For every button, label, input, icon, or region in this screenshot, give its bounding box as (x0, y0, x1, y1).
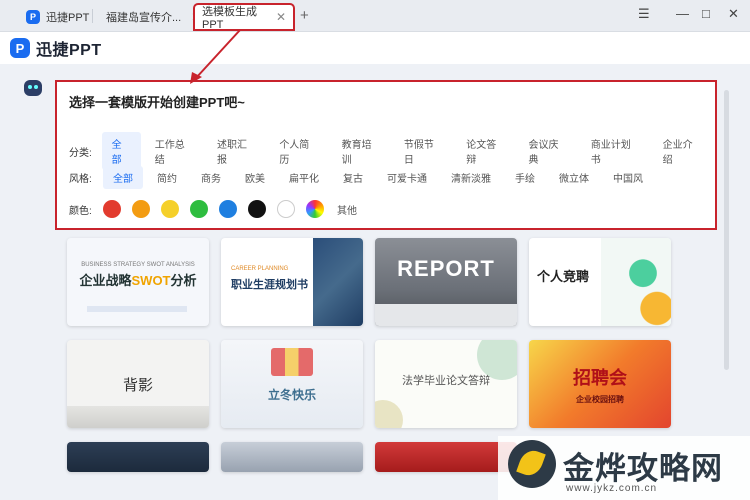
template-title: 法学毕业论文答辩 (402, 375, 490, 387)
category-chip[interactable]: 节假节日 (394, 132, 452, 170)
style-chip[interactable]: 商务 (191, 166, 231, 189)
category-chip[interactable]: 论文答辩 (456, 132, 514, 170)
color-swatch-blue[interactable] (219, 200, 237, 218)
template-card-swot[interactable]: BUSINESS STRATEGY SWOT ANALYSIS 企业战略SWOT… (67, 238, 209, 326)
scrollbar[interactable] (724, 90, 729, 370)
tab-presentation[interactable]: 福建岛宣传介... ✕ (98, 4, 209, 30)
close-window-icon[interactable]: ✕ (728, 6, 739, 22)
category-label: 分类: (69, 147, 92, 159)
tab-label: 福建岛宣传介... (106, 12, 182, 24)
maximize-icon[interactable]: □ (702, 6, 710, 21)
category-chip[interactable]: 述职汇报 (207, 132, 265, 170)
template-card-career[interactable]: CAREER PLANNING 职业生涯规划书 (221, 238, 363, 326)
template-subtitle: BUSINESS STRATEGY SWOT ANALYSIS (81, 262, 195, 268)
template-card-law-thesis[interactable]: 法学毕业论文答辩 (375, 340, 517, 428)
template-filter-panel: 选择一套模版开始创建PPT吧~ 分类: 全部 工作总结 述职汇报 个人简历 教育… (55, 80, 717, 230)
style-chip[interactable]: 手绘 (505, 166, 545, 189)
color-label: 颜色: (69, 205, 92, 217)
template-title: 背影 (122, 377, 153, 394)
tab-label: 迅捷PPT (46, 12, 90, 24)
template-card-lidong[interactable]: 立冬快乐 (221, 340, 363, 428)
category-chip[interactable]: 教育培训 (332, 132, 390, 170)
color-swatch-yellow[interactable] (161, 200, 179, 218)
template-card-job-fair[interactable]: 招聘会 企业校园招聘 (529, 340, 671, 428)
assistant-bot-icon (24, 80, 42, 96)
style-chip[interactable]: 扁平化 (279, 166, 329, 189)
category-chip[interactable]: 商业计划书 (581, 132, 649, 170)
tab-divider (92, 9, 93, 23)
tab-select-template[interactable]: 选模板生成PPT ✕ (193, 3, 295, 31)
category-chip[interactable]: 个人简历 (269, 132, 327, 170)
style-row: 风格: 全部 简约 商务 欧美 扁平化 复古 可爱卡通 清新淡雅 手绘 微立体 … (69, 166, 657, 189)
template-card[interactable] (67, 442, 209, 472)
color-swatch-green[interactable] (190, 200, 208, 218)
watermark-url: www.jykz.com.cn (566, 483, 658, 494)
decorative-bar (87, 306, 187, 312)
tab-bar: P 迅捷PPT 福建岛宣传介... ✕ 选模板生成PPT ✕ + ☰ — □ ✕ (0, 0, 750, 32)
template-card-campaign[interactable]: 个人竞聘 (529, 238, 671, 326)
style-chip[interactable]: 清新淡雅 (441, 166, 501, 189)
category-row: 分类: 全部 工作总结 述职汇报 个人简历 教育培训 节假节日 论文答辩 会议庆… (69, 132, 715, 170)
panel-title: 选择一套模版开始创建PPT吧~ (69, 95, 245, 110)
category-chip[interactable]: 全部 (101, 132, 141, 170)
template-card-report[interactable]: REPORT (375, 238, 517, 326)
style-label: 风格: (69, 174, 92, 185)
template-subtitle: CAREER PLANNING (231, 266, 289, 272)
style-chip[interactable]: 可爱卡通 (377, 166, 437, 189)
category-chip[interactable]: 工作总结 (145, 132, 203, 170)
template-title: 招聘会 (573, 368, 627, 388)
color-swatch-multicolor[interactable] (306, 200, 324, 218)
template-title: 职业生涯规划书 (231, 279, 308, 291)
tab-label: 选模板生成PPT (202, 6, 257, 31)
color-other-option[interactable]: 其他 (337, 202, 357, 217)
template-illustration (271, 348, 313, 376)
menu-icon[interactable]: ☰ (638, 6, 650, 22)
template-title: REPORT (397, 256, 495, 281)
app-name: 迅捷PPT (36, 42, 102, 59)
style-chip[interactable]: 复古 (333, 166, 373, 189)
template-title: 个人竞聘 (537, 269, 590, 284)
style-chip[interactable]: 微立体 (549, 166, 599, 189)
color-swatch-black[interactable] (248, 200, 266, 218)
template-title: 立冬快乐 (267, 388, 316, 402)
template-subtitle: 企业校园招聘 (576, 395, 624, 404)
category-chip[interactable]: 会议庆典 (519, 132, 577, 170)
watermark-text: 金烨攻略网 (563, 451, 723, 486)
add-tab-icon[interactable]: + (300, 7, 309, 24)
style-chip[interactable]: 欧美 (235, 166, 275, 189)
template-photo (375, 304, 517, 326)
watermark-logo-icon (508, 440, 556, 488)
template-title: 企业战略SWOT分析 (79, 273, 197, 288)
app-logo-icon: P (26, 10, 40, 24)
tab-home[interactable]: P 迅捷PPT (18, 4, 97, 30)
style-chip[interactable]: 全部 (103, 166, 143, 189)
template-illustration (67, 406, 209, 428)
template-card[interactable] (221, 442, 363, 472)
category-chip[interactable]: 企业介绍 (653, 132, 711, 170)
color-row: 颜色: 其他 (69, 200, 357, 218)
color-swatch-white[interactable] (277, 200, 295, 218)
template-decoration (375, 400, 403, 428)
template-illustration (601, 238, 671, 326)
minimize-icon[interactable]: — (676, 6, 689, 21)
template-card[interactable] (375, 442, 517, 472)
style-chip[interactable]: 简约 (147, 166, 187, 189)
app-logo-icon: P (10, 38, 30, 58)
app-header: P 迅捷PPT (0, 32, 750, 64)
color-swatch-orange[interactable] (132, 200, 150, 218)
close-icon[interactable]: ✕ (276, 10, 286, 24)
template-photo (313, 238, 363, 326)
color-swatch-red[interactable] (103, 200, 121, 218)
template-card-beiying[interactable]: 背影 (67, 340, 209, 428)
style-chip[interactable]: 中国风 (603, 166, 653, 189)
